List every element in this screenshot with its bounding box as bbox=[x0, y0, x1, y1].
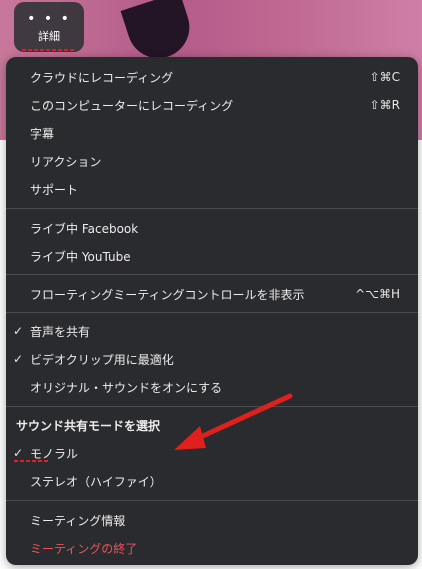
menu-separator bbox=[6, 274, 418, 275]
menu-item-label: ライブ中 Facebook bbox=[30, 221, 139, 236]
menu-item-label: リアクション bbox=[30, 154, 102, 169]
menu-item-hide-floating-controls[interactable]: フローティングミーティングコントロールを非表示 ^⌥⌘H bbox=[6, 280, 418, 308]
menu-separator bbox=[6, 312, 418, 313]
menu-item-label: ライブ中 YouTube bbox=[30, 249, 131, 264]
menu-item-label: 字幕 bbox=[30, 126, 55, 141]
menu-item-shortcut: ⇧⌘R bbox=[369, 98, 400, 112]
menu-separator bbox=[6, 208, 418, 209]
menu-item-live-youtube[interactable]: ライブ中 YouTube bbox=[6, 242, 418, 270]
menu-item-shortcut: ⇧⌘C bbox=[369, 70, 400, 84]
menu-item-reactions[interactable]: リアクション bbox=[6, 147, 418, 175]
checkmark-icon: ✓ bbox=[13, 324, 24, 338]
menu-item-live-facebook[interactable]: ライブ中 Facebook bbox=[6, 214, 418, 242]
menu-item-support[interactable]: サポート bbox=[6, 175, 418, 203]
menu-item-label: 音声を共有 bbox=[30, 324, 91, 339]
menu-item-label: ビデオクリップ用に最適化 bbox=[30, 352, 174, 367]
more-button[interactable]: • • • 詳細 bbox=[14, 2, 84, 52]
menu-item-end-meeting[interactable]: ミーティングの終了 bbox=[6, 534, 418, 562]
more-menu: クラウドにレコーディング ⇧⌘C このコンピューターにレコーディング ⇧⌘R 字… bbox=[6, 57, 418, 565]
menu-item-label: クラウドにレコーディング bbox=[30, 70, 174, 85]
menu-item-share-audio[interactable]: ✓ 音声を共有 bbox=[6, 317, 418, 345]
menu-item-captions[interactable]: 字幕 bbox=[6, 119, 418, 147]
annotation-arrow-icon bbox=[174, 393, 293, 450]
menu-item-label: このコンピューターにレコーディング bbox=[30, 98, 234, 113]
menu-item-label: ミーティング情報 bbox=[30, 513, 126, 528]
menu-item-optimize-video-clip[interactable]: ✓ ビデオクリップ用に最適化 bbox=[6, 345, 418, 373]
annotation-underline bbox=[22, 49, 76, 51]
menu-item-shortcut: ^⌥⌘H bbox=[355, 287, 400, 301]
menu-item-record-local[interactable]: このコンピューターにレコーディング ⇧⌘R bbox=[6, 91, 418, 119]
menu-header-label: サウンド共有モードを選択 bbox=[16, 418, 161, 433]
more-button-label: 詳細 bbox=[38, 30, 60, 43]
more-dots-icon: • • • bbox=[27, 11, 71, 27]
menu-item-label: サポート bbox=[30, 182, 79, 197]
menu-item-label: ステレオ（ハイファイ） bbox=[30, 474, 162, 489]
annotation-underline bbox=[14, 460, 50, 462]
checkmark-icon: ✓ bbox=[13, 352, 24, 366]
menu-separator bbox=[6, 500, 418, 501]
menu-item-label: フローティングミーティングコントロールを非表示 bbox=[30, 287, 305, 302]
menu-item-stereo[interactable]: ステレオ（ハイファイ） bbox=[6, 467, 418, 495]
menu-item-label: ミーティングの終了 bbox=[30, 541, 138, 556]
menu-item-record-cloud[interactable]: クラウドにレコーディング ⇧⌘C bbox=[6, 63, 418, 91]
menu-item-meeting-info[interactable]: ミーティング情報 bbox=[6, 506, 418, 534]
